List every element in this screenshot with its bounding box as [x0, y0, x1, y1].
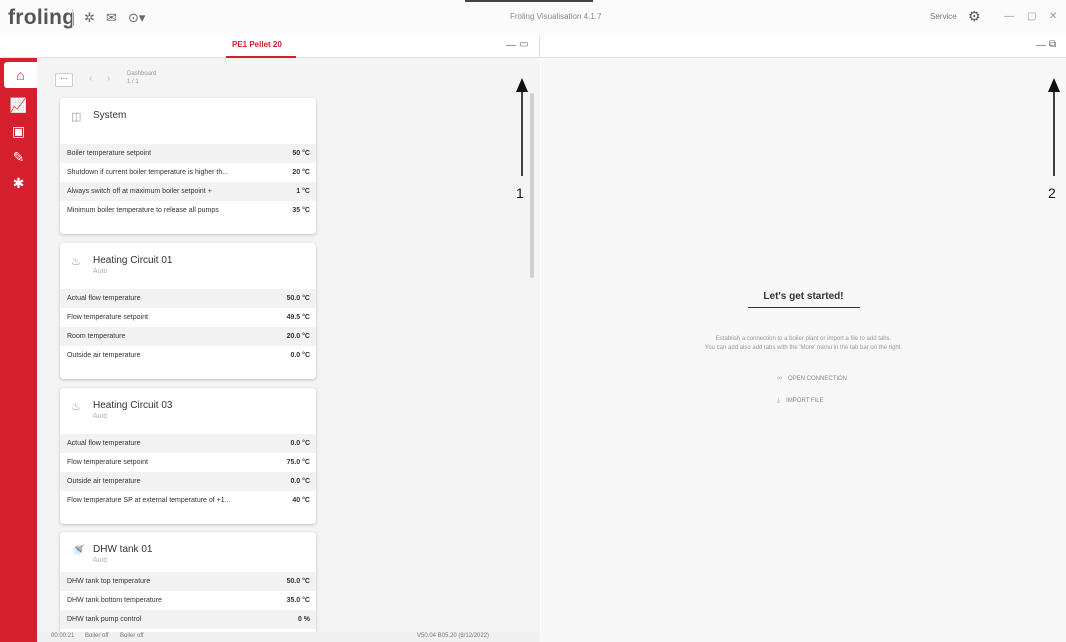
arrow-head-1	[516, 78, 528, 92]
arrow-head-2	[1048, 78, 1060, 92]
callout-2: 2	[1048, 185, 1056, 201]
annotation-arrows	[516, 78, 1060, 176]
callout-1: 1	[516, 185, 524, 201]
